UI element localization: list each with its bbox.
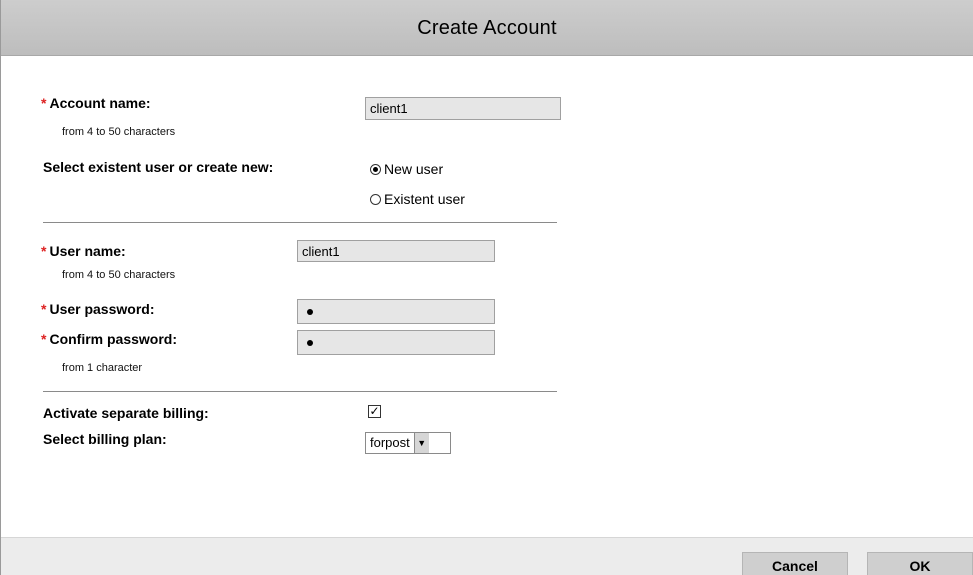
confirm-password-input[interactable]	[297, 330, 495, 355]
user-choice-label: Select existent user or create new:	[43, 159, 274, 175]
account-name-input[interactable]	[365, 97, 561, 120]
password-hint: from 1 character	[62, 362, 143, 374]
section-divider	[43, 391, 557, 392]
checkmark-icon: ✓	[369, 404, 380, 418]
dialog-footer: Cancel OK	[1, 537, 973, 575]
account-name-hint: from 4 to 50 characters	[62, 126, 176, 138]
radio-unchecked-icon[interactable]	[370, 193, 381, 205]
required-marker: *	[41, 95, 47, 111]
dropdown-arrow-icon[interactable]: ▼	[413, 433, 429, 453]
cancel-button[interactable]: Cancel	[742, 552, 848, 575]
radio-new-user-label: New user	[384, 161, 444, 177]
create-account-dialog: Create Account *Account name: from 4 to …	[0, 0, 973, 575]
radio-new-user[interactable]: New user	[370, 161, 443, 177]
activate-billing-checkbox[interactable]: ✓	[368, 405, 381, 418]
billing-plan-value: forpost	[370, 435, 410, 450]
dialog-title: Create Account	[417, 17, 557, 39]
confirm-password-label: * Confirm password:	[41, 331, 178, 347]
user-password-input[interactable]	[297, 299, 495, 324]
account-name-label: * Account name:	[41, 95, 151, 111]
user-name-hint: from 4 to 50 characters	[62, 269, 176, 281]
user-name-label: * User name:	[41, 243, 126, 259]
ok-button[interactable]: OK	[867, 552, 973, 575]
password-mask-dot	[307, 309, 313, 315]
user-name-input[interactable]	[297, 240, 495, 262]
activate-billing-label: Activate separate billing:	[43, 405, 209, 421]
radio-checked-icon[interactable]	[370, 163, 381, 175]
billing-plan-select[interactable]: forpost ▼	[365, 432, 451, 454]
billing-plan-label: Select billing plan:	[43, 431, 167, 447]
radio-existent-user-label: Existent user	[384, 191, 465, 207]
radio-existent-user[interactable]: Existent user	[370, 191, 465, 207]
required-marker: *	[41, 301, 47, 317]
required-marker: *	[41, 243, 47, 259]
required-marker: *	[41, 331, 47, 347]
password-mask-dot	[307, 340, 313, 346]
user-password-label: * User password:	[41, 301, 155, 317]
section-divider	[43, 222, 557, 223]
dialog-title-bar: Create Account	[1, 0, 973, 56]
